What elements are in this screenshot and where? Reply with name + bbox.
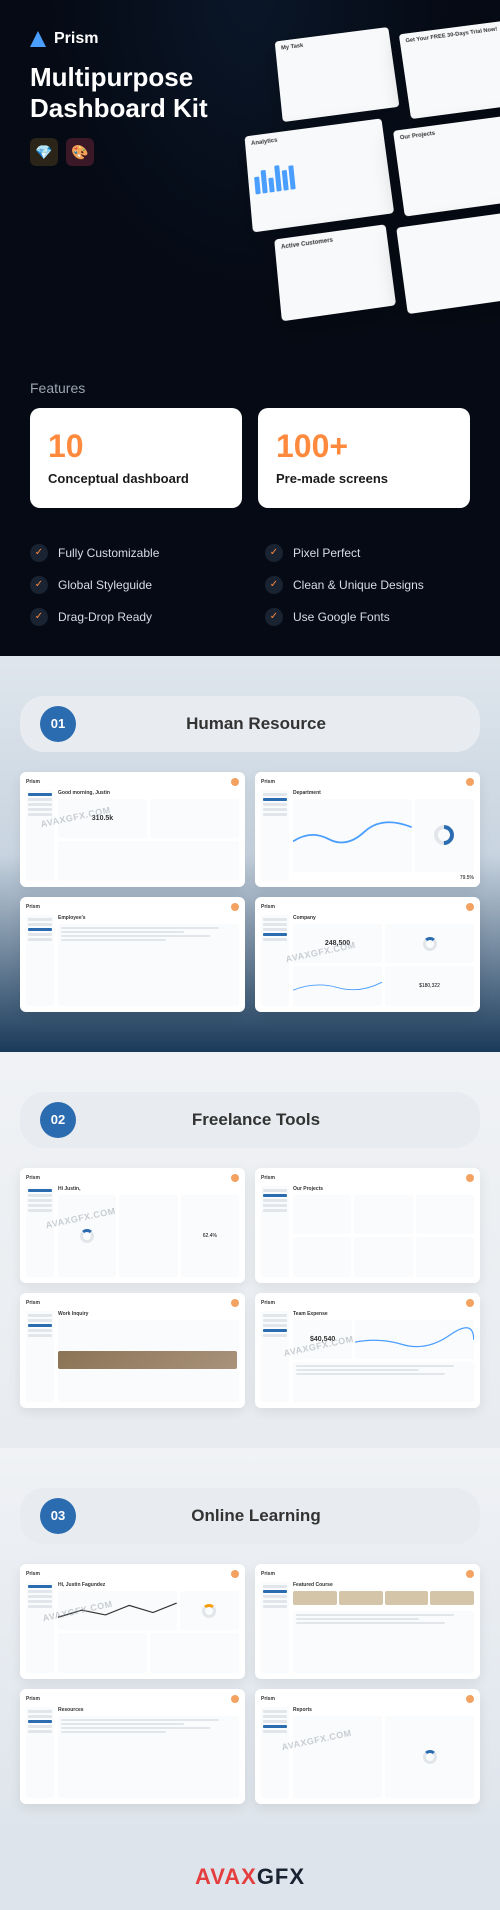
avatar [466,903,474,911]
feature-list: ✓Fully Customizable ✓Pixel Perfect ✓Glob… [0,528,500,656]
avatar [466,1174,474,1182]
check-icon: ✓ [30,544,48,562]
section-title: Freelance Tools [92,1110,420,1130]
feature-card-2: 100+ Pre-made screens [258,408,470,508]
avatar [231,1299,239,1307]
screenshot: Prism Our Projects [255,1168,480,1283]
list-item: ✓Fully Customizable [30,544,235,562]
prism-icon [30,31,46,47]
avatar [231,903,239,911]
avatar [231,778,239,786]
section-number: 03 [40,1498,76,1534]
list-item: ✓Use Google Fonts [265,608,470,626]
section-header: 01 Human Resource [20,696,480,752]
check-icon: ✓ [265,576,283,594]
section-number: 02 [40,1102,76,1138]
stat-number: 100+ [276,428,452,465]
section-title: Online Learning [92,1506,420,1526]
section-header: 03 Online Learning [20,1488,480,1544]
screenshot-grid: Prism Hi, Justin Fagundez AVAXGFX.COM Pr… [20,1564,480,1804]
section-hr: 01 Human Resource Prism Good morning, Ju… [0,656,500,1052]
screenshot: Prism Resources [20,1689,245,1804]
avatar [466,778,474,786]
brand-name: Prism [54,30,98,48]
stat-number: 10 [48,428,224,465]
sketch-icon: 💎 [30,138,58,166]
feature-card-1: 10 Conceptual dashboard [30,408,242,508]
screenshot: Prism Work Inquiry [20,1293,245,1408]
features-label: Features [0,360,500,408]
screenshot: Prism Featured Course [255,1564,480,1679]
figma-icon: 🎨 [66,138,94,166]
section-learning: 03 Online Learning Prism Hi, Justin Fagu… [0,1448,500,1844]
check-icon: ✓ [30,608,48,626]
avatar [466,1299,474,1307]
screenshot-grid: Prism Good morning, Justin 310.5k AVAXGF… [20,772,480,1012]
avatar [231,1695,239,1703]
check-icon: ✓ [30,576,48,594]
screenshot: Prism Good morning, Justin 310.5k AVAXGF… [20,772,245,887]
avatar [466,1695,474,1703]
screenshot-grid: Prism Hi Justin, 62.4% AVAXGFX.COM Prism… [20,1168,480,1408]
footer-logo: AVAXGFX [0,1844,500,1910]
donut-chart [430,821,458,849]
mockup-collage: My Task Get Your FREE 30-Days Trial Now!… [246,7,500,360]
hero-section: Prism Multipurpose Dashboard Kit 💎 🎨 My … [0,0,500,360]
avatar [466,1570,474,1578]
list-item: ✓Pixel Perfect [265,544,470,562]
section-freelance: 02 Freelance Tools Prism Hi Justin, 62.4… [0,1052,500,1448]
screenshot: Prism Company 248,500 $180,322 AVAXGFX.C… [255,897,480,1012]
section-number: 01 [40,706,76,742]
list-item: ✓Clean & Unique Designs [265,576,470,594]
section-title: Human Resource [92,714,420,734]
screenshot: Prism Hi, Justin Fagundez AVAXGFX.COM [20,1564,245,1679]
screenshot: Prism Employee's [20,897,245,1012]
section-header: 02 Freelance Tools [20,1092,480,1148]
screenshot: Prism Department 79.5% [255,772,480,887]
list-item: ✓Global Styleguide [30,576,235,594]
avatar [231,1570,239,1578]
avatar [231,1174,239,1182]
screenshot: Prism Hi Justin, 62.4% AVAXGFX.COM [20,1168,245,1283]
screenshot: Prism Team Expense $40,540 AVAXGFX.COM [255,1293,480,1408]
screenshot: Prism Reports AVAXGFX.COM [255,1689,480,1804]
feature-cards: 10 Conceptual dashboard 100+ Pre-made sc… [0,408,500,528]
list-item: ✓Drag-Drop Ready [30,608,235,626]
check-icon: ✓ [265,608,283,626]
check-icon: ✓ [265,544,283,562]
